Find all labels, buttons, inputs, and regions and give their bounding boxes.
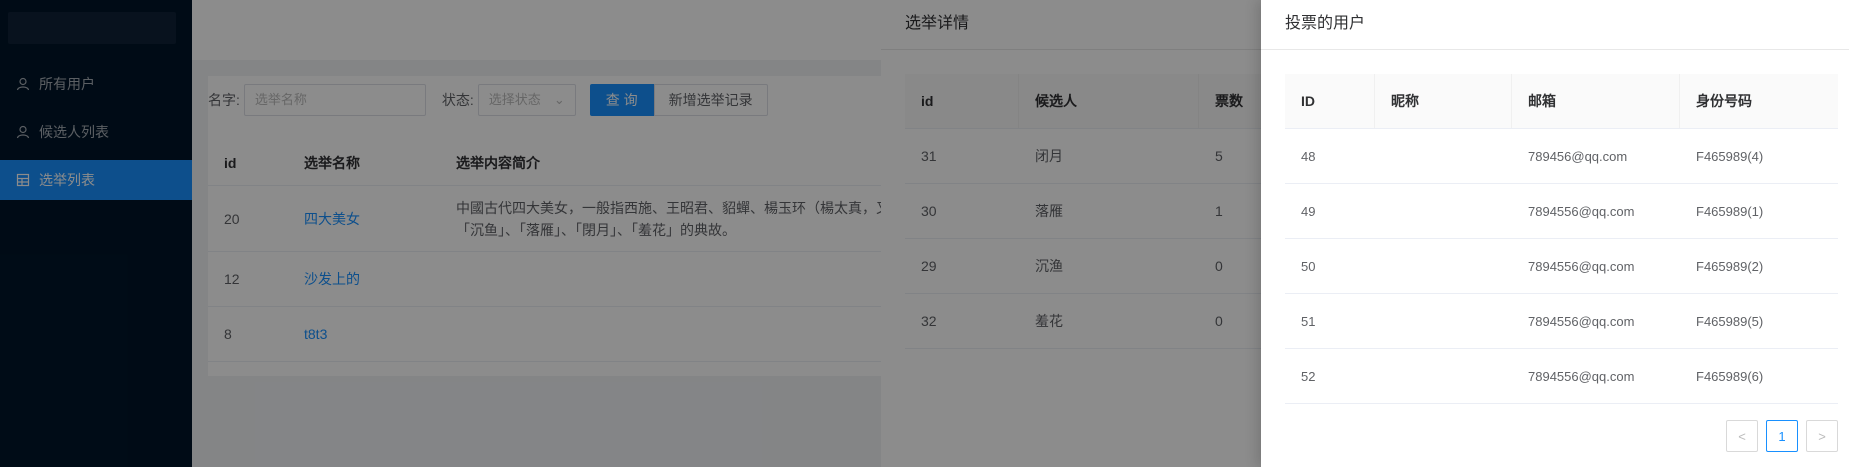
cell-email: 7894556@qq.com: [1528, 368, 1635, 384]
cell-email: 7894556@qq.com: [1528, 258, 1635, 274]
table-row[interactable]: 48 789456@qq.com F465989(4): [1285, 129, 1838, 184]
column-header: ID: [1285, 74, 1375, 128]
table-row[interactable]: 50 7894556@qq.com F465989(2): [1285, 239, 1838, 294]
voters-drawer: 投票的用户 ID 昵称 邮箱 身份号码 48 789456@qq.com F46…: [1261, 0, 1849, 467]
table-header: ID 昵称 邮箱 身份号码: [1285, 74, 1838, 129]
cell-idno: F465989(5): [1696, 313, 1764, 329]
cell-idno: F465989(4): [1696, 148, 1764, 164]
cell-id: 50: [1301, 258, 1316, 274]
cell-id: 48: [1301, 148, 1316, 164]
cell-id: 52: [1301, 368, 1316, 384]
cell-nickname: [1375, 239, 1512, 293]
voters-table: ID 昵称 邮箱 身份号码 48 789456@qq.com F465989(4…: [1285, 74, 1838, 404]
column-header: 邮箱: [1512, 74, 1680, 128]
cell-email: 7894556@qq.com: [1528, 203, 1635, 219]
cell-id: 51: [1301, 313, 1316, 329]
prev-page-button[interactable]: <: [1726, 420, 1758, 452]
overlay-mask-2[interactable]: [881, 0, 1261, 467]
cell-email: 7894556@qq.com: [1528, 313, 1635, 329]
page-number-button[interactable]: 1: [1766, 420, 1798, 452]
table-row[interactable]: 51 7894556@qq.com F465989(5): [1285, 294, 1838, 349]
cell-nickname: [1375, 184, 1512, 238]
cell-idno: F465989(1): [1696, 203, 1764, 219]
cell-nickname: [1375, 294, 1512, 348]
cell-email: 789456@qq.com: [1528, 148, 1628, 164]
cell-nickname: [1375, 349, 1512, 403]
next-page-button[interactable]: >: [1806, 420, 1838, 452]
column-header: 昵称: [1375, 74, 1512, 128]
table-row[interactable]: 52 7894556@qq.com F465989(6): [1285, 349, 1838, 404]
pagination: < 1 >: [1726, 420, 1838, 452]
cell-idno: F465989(6): [1696, 368, 1764, 384]
table-row[interactable]: 49 7894556@qq.com F465989(1): [1285, 184, 1838, 239]
drawer-title: 投票的用户: [1261, 0, 1849, 50]
cell-id: 49: [1301, 203, 1316, 219]
cell-nickname: [1375, 129, 1512, 183]
column-header: 身份号码: [1696, 93, 1752, 109]
cell-idno: F465989(2): [1696, 258, 1764, 274]
